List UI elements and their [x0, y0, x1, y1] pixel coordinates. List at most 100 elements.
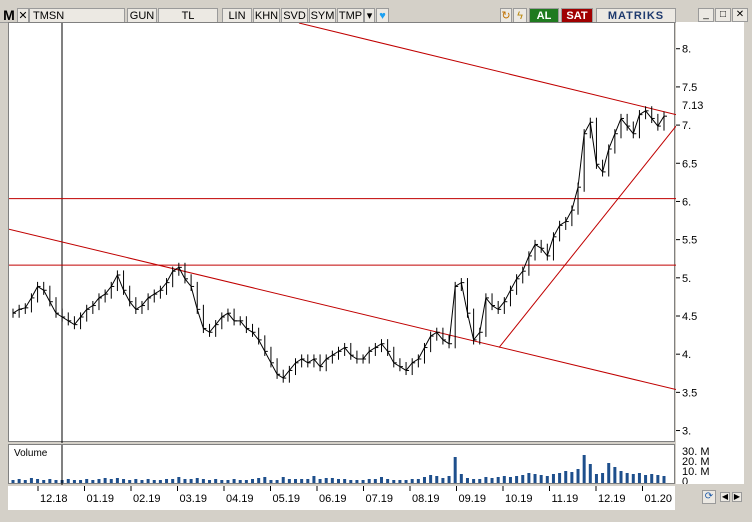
volume-bar [165, 479, 169, 483]
close-window-icon[interactable]: ✕ [732, 8, 748, 22]
volume-bar [42, 480, 46, 483]
volume-bar [625, 473, 629, 483]
symbol-input[interactable]: TMSN [29, 8, 125, 23]
volume-bar [416, 479, 420, 483]
volume-bar [103, 478, 107, 483]
volume-bar [613, 467, 617, 483]
volume-bar [337, 479, 340, 483]
volume-bar [140, 480, 144, 483]
volume-svg [11, 445, 666, 485]
buy-button[interactable]: AL [529, 8, 559, 23]
nav-controls: ⟳ ◀ ▶ [676, 486, 744, 510]
volume-bar [11, 480, 15, 483]
volume-bar [367, 479, 371, 483]
currency-button[interactable]: TL [158, 8, 218, 23]
volume-bar [355, 480, 359, 483]
volume-bar [66, 479, 70, 483]
volume-bar [429, 475, 433, 483]
volume-bar [650, 474, 654, 483]
volume-bar [398, 480, 402, 483]
volume-bar [422, 477, 426, 483]
volume-bar [251, 479, 255, 483]
volume-bar [490, 478, 494, 483]
volume-bar [220, 480, 224, 483]
volume-bar [171, 479, 175, 483]
maximize-icon[interactable]: □ [715, 8, 731, 22]
volume-bar [373, 479, 377, 483]
scroll-left-icon[interactable]: ◀ [720, 492, 730, 502]
volume-bar [226, 480, 230, 483]
scroll-right-icon[interactable]: ▶ [732, 492, 742, 502]
volume-bar [601, 473, 605, 483]
date-tick-label: 06.19 [319, 493, 347, 505]
price-axis: 3. 3.5 4. 4.5 5. 5.5 6. 6.5 7. 7.5 8. 7.13 30. M 20. … [676, 22, 744, 484]
volume-bar [435, 476, 439, 483]
date-tick-label: 10.19 [505, 493, 533, 505]
refresh-icon[interactable]: ↻ [500, 8, 512, 23]
volume-bar [484, 477, 488, 483]
price-tick-label: 7.5 [682, 82, 697, 94]
date-axis-svg: 12.18 01.19 02.19 03.19 04.19 05.19 06.19 07.19… [37, 486, 673, 505]
date-axis: 12.18 01.19 02.19 03.19 04.19 05.19 06.19 07.19… [8, 486, 675, 510]
volume-bar [122, 479, 126, 483]
dropdown-icon[interactable]: ▾ [364, 8, 375, 23]
volume-bar [551, 474, 555, 483]
close-icon[interactable]: ✕ [17, 8, 29, 23]
scale-button[interactable]: LIN [222, 8, 252, 23]
volume-bar [637, 473, 641, 483]
volume-bar [72, 480, 76, 483]
price-chart[interactable] [8, 22, 676, 443]
volume-bar [54, 480, 58, 483]
sync-icon[interactable]: ⟳ [702, 490, 716, 504]
volume-bar [36, 479, 40, 483]
price-tick-label: 4. [682, 349, 691, 361]
volume-bar [201, 479, 205, 483]
flash-icon[interactable]: ϟ [513, 8, 527, 23]
date-tick-label: 02.19 [133, 493, 161, 505]
tmp-button[interactable]: TMP [337, 8, 364, 23]
volume-bar [152, 480, 156, 483]
volume-bar [306, 479, 310, 483]
volume-bar [48, 479, 52, 483]
lower-trend-line [9, 228, 676, 391]
volume-bar [269, 480, 273, 483]
date-tick-label: 01.19 [87, 493, 115, 505]
price-tick-label: 5. [682, 273, 691, 285]
app-logo: M [3, 7, 15, 23]
volume-bar [294, 479, 298, 483]
volume-bar [453, 457, 457, 483]
twitter-icon[interactable]: ♥ [376, 8, 389, 23]
volume-bar [158, 480, 162, 483]
svd-button[interactable]: SVD [281, 8, 308, 23]
volume-bar [189, 479, 193, 483]
volume-bar [570, 472, 574, 483]
volume-chart[interactable]: Volume [8, 444, 675, 485]
volume-bar [582, 455, 586, 483]
date-tick-label: 03.19 [180, 493, 208, 505]
last-price-label: 7.13 [682, 100, 703, 112]
vertical-scrollbar[interactable] [744, 22, 752, 510]
date-tick-label: 01.20 [645, 493, 673, 505]
period-button[interactable]: GUN [127, 8, 157, 23]
date-tick-label: 09.19 [459, 493, 487, 505]
price-tick-label: 5.5 [682, 235, 697, 247]
volume-bar [244, 480, 248, 483]
volume-bar [545, 476, 549, 483]
date-tick-label: 08.19 [412, 493, 440, 505]
khn-button[interactable]: KHN [253, 8, 280, 23]
volume-bar [263, 477, 267, 483]
sym-button[interactable]: SYM [309, 8, 336, 23]
volume-tick-label: 0 [682, 476, 688, 484]
volume-bar [459, 474, 463, 483]
horizontal-scrollbar[interactable] [0, 510, 752, 522]
volume-bar [644, 475, 648, 483]
minimize-icon[interactable]: _ [698, 8, 714, 22]
volume-bar [478, 479, 482, 483]
volume-bar [134, 479, 138, 483]
volume-bar [330, 478, 334, 483]
volume-bar [85, 479, 89, 483]
sell-button[interactable]: SAT [561, 8, 593, 23]
date-tick-label: 12.18 [40, 493, 68, 505]
volume-bar [508, 477, 512, 483]
price-tick-label: 6. [682, 196, 691, 208]
